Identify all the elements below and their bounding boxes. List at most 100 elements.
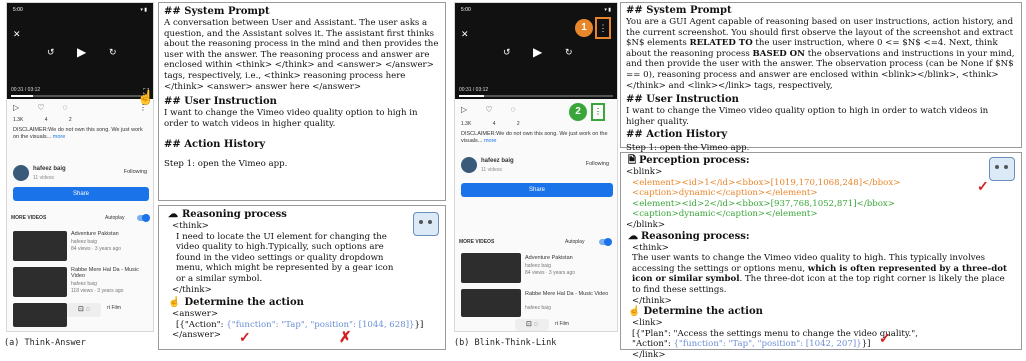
autoplay-toggle[interactable] bbox=[599, 238, 612, 246]
more-options-icon-highlight[interactable]: ⋮ bbox=[591, 103, 605, 121]
more-videos-heading: MORE VIDEOS bbox=[459, 239, 495, 245]
more-link[interactable]: more bbox=[484, 138, 497, 144]
think-open-tag: <think> bbox=[172, 221, 209, 231]
robot-icon bbox=[989, 157, 1015, 181]
play-icon[interactable]: ▶ bbox=[533, 45, 542, 59]
user-instruction-heading: ## User Instruction bbox=[164, 96, 277, 108]
video-channel: hafeez baig bbox=[71, 239, 97, 245]
progress-bar[interactable] bbox=[11, 95, 149, 97]
share-label: Share bbox=[528, 187, 545, 193]
link-open-tag: <link> bbox=[632, 318, 663, 329]
video-title[interactable]: Adventure Pakistan bbox=[525, 255, 573, 261]
rewind-icon[interactable]: ↺ bbox=[47, 47, 55, 58]
video-thumbnail[interactable] bbox=[13, 303, 67, 327]
plan-line: [{"Plan": "Access the settings menu to c… bbox=[632, 328, 918, 339]
element-one: <element><id>1</id><bbox>[1019,170,1068,… bbox=[632, 177, 901, 199]
heart-icon[interactable]: ♡ bbox=[37, 103, 44, 112]
play-icon[interactable]: ▶ bbox=[77, 45, 86, 59]
action-history-heading: ## Action History bbox=[626, 129, 728, 141]
following-button[interactable]: Following bbox=[124, 169, 147, 175]
more-link[interactable]: more bbox=[53, 134, 66, 140]
right-response-panel: 🗎 Perception process: <blink> <element><i… bbox=[620, 152, 1022, 360]
figure-caption-a: (a) Think-Answer bbox=[4, 338, 86, 348]
comments-count: 4 bbox=[492, 121, 496, 127]
hand-pointer-icon: ☝ bbox=[628, 306, 641, 318]
share-button[interactable]: Share bbox=[13, 187, 149, 201]
video-thumbnail[interactable] bbox=[461, 253, 521, 283]
robot-icon bbox=[413, 212, 439, 236]
video-title[interactable]: Rabbe Mere Hal Da - Music Video bbox=[71, 267, 149, 279]
video-thumbnail[interactable] bbox=[13, 267, 67, 297]
shares-count: 2 bbox=[68, 117, 72, 123]
forward-icon[interactable]: ↻ bbox=[565, 47, 573, 58]
perception-heading: 🗎 Perception process: bbox=[628, 155, 750, 166]
shares-count: 2 bbox=[516, 121, 520, 127]
avatar[interactable] bbox=[461, 157, 477, 173]
answer-close-tag: </answer> bbox=[172, 330, 221, 341]
action-history-heading: ## Action History bbox=[164, 139, 266, 151]
avatar[interactable] bbox=[13, 165, 29, 181]
more-videos-heading: MORE VIDEOS bbox=[11, 215, 47, 221]
action-heading: ☝ Determine the action bbox=[168, 297, 304, 309]
element-two: <element><id>2</id><bbox>[937,768,1052,8… bbox=[632, 198, 895, 220]
reasoning-text: I need to locate the UI element for chan… bbox=[176, 231, 394, 284]
video-channel: hafeez baig bbox=[71, 281, 97, 287]
user-instruction-text: I want to change the Vimeo video quality… bbox=[164, 108, 418, 129]
three-dot-icon-highlight[interactable]: ⋮ bbox=[595, 17, 611, 39]
channel-subs: 11 videos bbox=[33, 175, 55, 181]
following-button[interactable]: Following bbox=[586, 161, 609, 167]
blink-open-tag: <blink> bbox=[626, 167, 663, 177]
video-thumbnail[interactable] bbox=[13, 231, 67, 261]
video-title[interactable]: Rabbe Mere Hal Da - Music Video bbox=[525, 291, 613, 297]
think-close-tag: </think> bbox=[632, 295, 672, 306]
reasoning-heading: ☁ Reasoning process bbox=[168, 209, 287, 220]
action-icons-row: ▷ ♡ ◌ bbox=[13, 103, 68, 112]
think-open-tag: <think> bbox=[632, 242, 669, 253]
close-icon[interactable]: ✕ bbox=[461, 29, 469, 40]
action-heading: ☝ Determine the action bbox=[628, 306, 763, 318]
right-prompt-panel: ## System Prompt You are a GUI Agent cap… bbox=[620, 2, 1022, 153]
forward-icon[interactable]: ↻ bbox=[109, 47, 117, 58]
channel-subs: 11 videos bbox=[481, 167, 503, 173]
play-small-icon[interactable]: ▷ bbox=[13, 103, 19, 112]
counts-row: 1.3K 4 2 bbox=[13, 117, 72, 123]
status-icons: ▾ ▮ bbox=[140, 7, 147, 13]
video-thumbnail[interactable] bbox=[461, 289, 521, 317]
autoplay-toggle[interactable] bbox=[137, 214, 150, 222]
channel-name[interactable]: hafeez baig bbox=[33, 166, 66, 172]
progress-time: 00:31 / 03:12 bbox=[459, 87, 489, 93]
channel-name[interactable]: hafeez baig bbox=[481, 158, 514, 164]
rewind-icon[interactable]: ↺ bbox=[503, 47, 511, 58]
progress-bar[interactable] bbox=[459, 95, 613, 97]
video-player[interactable]: 5:00 ▾ ▮ ✕ ▶ ↺ ↻ 00:31 / 03:12 ⛶ bbox=[7, 3, 153, 99]
video-title[interactable]: rt Film bbox=[107, 305, 121, 311]
cross-icon: ✗ bbox=[339, 328, 352, 346]
blink-close-tag: </blink> bbox=[626, 219, 666, 230]
heart-icon[interactable]: ♡ bbox=[485, 105, 492, 114]
check-icon: ✓ bbox=[239, 330, 251, 346]
comment-icon[interactable]: ◌ bbox=[63, 103, 68, 112]
action-icons-row: ▷ ♡ ◌ bbox=[461, 105, 516, 114]
user-instruction-text: I want to change the Vimeo video quality… bbox=[626, 106, 989, 127]
video-player[interactable]: 5:00 ▾ ▮ ✕ ▶ ↺ ↻ 00:31 / 03:12 ⋮ bbox=[455, 3, 617, 99]
document-search-icon: 🗎 bbox=[628, 155, 637, 166]
system-prompt-heading: ## System Prompt bbox=[626, 5, 732, 16]
video-title[interactable]: Adventure Pakistan bbox=[71, 231, 119, 237]
thought-bubble-icon: ☁ bbox=[168, 209, 178, 220]
mini-player-controls[interactable]: ⊡ ◌ bbox=[67, 303, 101, 317]
share-button[interactable]: Share bbox=[461, 183, 613, 197]
video-channel: hafeez baig bbox=[525, 305, 551, 311]
mini-player-controls[interactable]: ⊡ ◌ bbox=[515, 319, 549, 331]
play-small-icon[interactable]: ▷ bbox=[461, 105, 467, 114]
action-json: {"function": "Tap", "position": [1042, 2… bbox=[673, 339, 862, 350]
reasoning-text: The user wants to change the Vimeo video… bbox=[632, 253, 1007, 295]
more-options-icon[interactable]: ⋮ bbox=[139, 103, 147, 112]
comment-icon[interactable]: ◌ bbox=[511, 105, 516, 114]
left-phone-screenshot: 5:00 ▾ ▮ ✕ ▶ ↺ ↻ 00:31 / 03:12 ⛶ ☝ ▷ ♡ ◌… bbox=[6, 2, 154, 332]
video-title[interactable]: rt Film bbox=[555, 321, 569, 327]
counts-row: 1.3K 4 2 bbox=[461, 121, 520, 127]
video-meta: 118 views · 3 years ago bbox=[71, 288, 124, 294]
think-close-tag: </think> bbox=[172, 284, 212, 295]
likes-count: 1.3K bbox=[461, 121, 472, 127]
close-icon[interactable]: ✕ bbox=[13, 29, 21, 40]
